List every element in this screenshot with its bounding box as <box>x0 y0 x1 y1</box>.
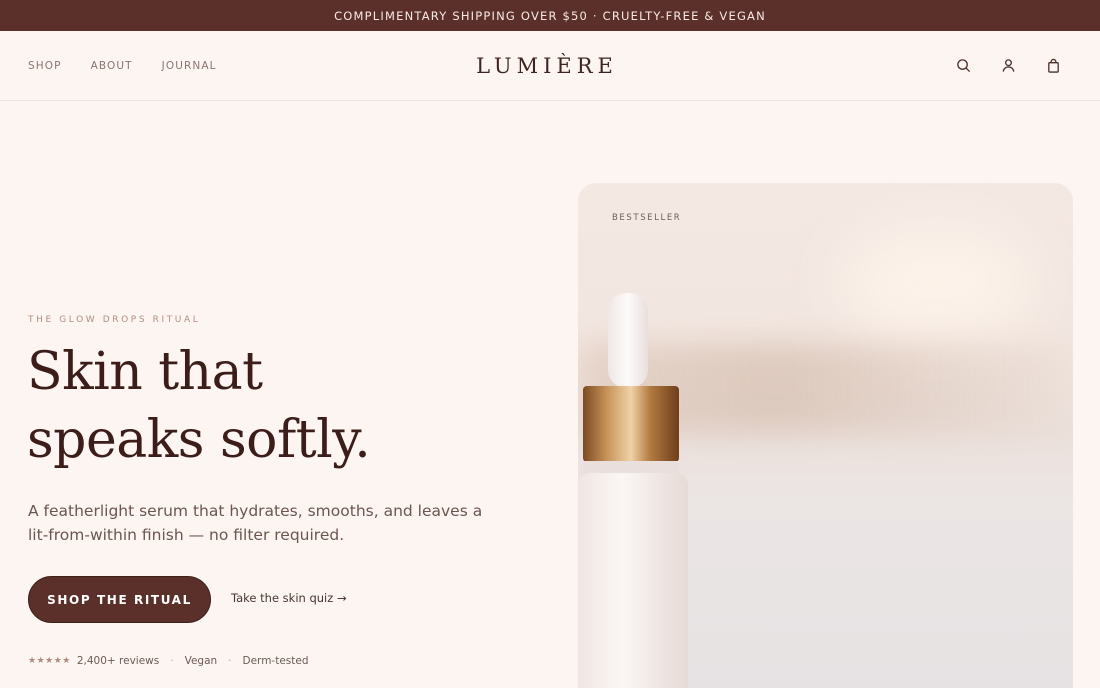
announcement-bar: COMPLIMENTARY SHIPPING OVER $50 · CRUELT… <box>0 0 1100 31</box>
skin-quiz-link[interactable]: Take the skin quiz → <box>231 591 347 605</box>
logo[interactable]: LUMIÈRE <box>476 54 618 78</box>
site-header: SHOP ABOUT JOURNAL LUMIÈRE <box>0 31 1100 101</box>
bag-icon[interactable] <box>1044 57 1062 75</box>
nav-shop[interactable]: SHOP <box>28 60 62 72</box>
nav-about[interactable]: ABOUT <box>91 60 133 72</box>
header-icons <box>954 31 1062 100</box>
image-glow <box>838 223 1038 343</box>
hero-eyebrow: THE GLOW DROPS RITUAL <box>28 315 201 325</box>
tag-vegan: Vegan <box>184 655 218 667</box>
hero-headline: Skin that speaks softly. <box>27 338 507 474</box>
search-icon[interactable] <box>954 57 972 75</box>
separator: · <box>228 655 232 667</box>
announcement-text: COMPLIMENTARY SHIPPING OVER $50 · CRUELT… <box>334 8 766 23</box>
review-count: 2,400+ reviews <box>76 655 160 667</box>
serum-bottle-illustration <box>578 293 688 688</box>
hero-product-image: BESTSELLER <box>578 183 1073 688</box>
bestseller-badge: BESTSELLER <box>612 213 682 223</box>
headline-line-2: speaks softly. <box>27 410 371 470</box>
main-nav: SHOP ABOUT JOURNAL <box>28 31 246 100</box>
social-proof: ★★★★★ 2,400+ reviews · Vegan · Derm-test… <box>28 655 309 667</box>
headline-line-1: Skin that <box>27 342 263 402</box>
separator: · <box>170 655 174 667</box>
account-icon[interactable] <box>999 57 1017 75</box>
shop-the-ritual-button[interactable]: SHOP THE RITUAL <box>28 576 211 623</box>
rating-stars-icon: ★★★★★ <box>28 656 71 666</box>
nav-journal[interactable]: JOURNAL <box>162 60 217 72</box>
tag-derm-tested: Derm-tested <box>242 655 309 667</box>
hero-subcopy: A featherlight serum that hydrates, smoo… <box>28 502 483 544</box>
